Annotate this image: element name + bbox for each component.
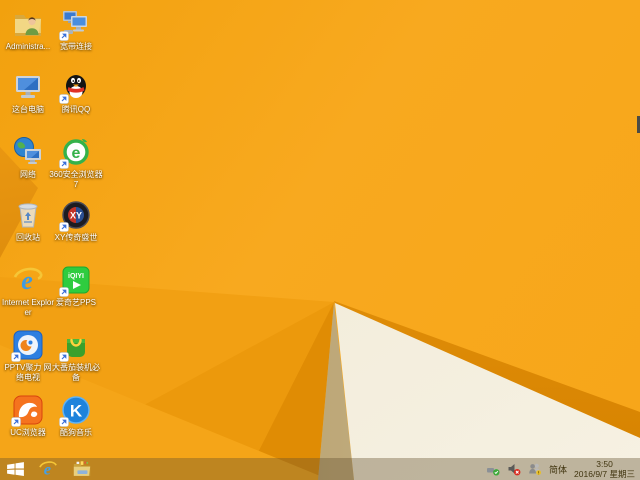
svg-text:e: e <box>72 145 81 162</box>
desktop-icon-label: 回收站 <box>16 233 40 242</box>
desktop-icon-label: 网络 <box>20 170 36 179</box>
desktop-icon-label: 腾讯QQ <box>61 105 91 114</box>
taskbar-ie-button[interactable]: e <box>31 458 65 480</box>
desktop-icon-iqiyi[interactable]: iQIYI 爱奇艺PPS <box>48 264 104 308</box>
svg-text:iQIYI: iQIYI <box>68 273 84 280</box>
svg-text:K: K <box>70 402 83 421</box>
volume-muted-icon[interactable] <box>507 462 521 476</box>
xy-game-icon: XY <box>59 199 92 232</box>
desktop-icon-xy-game[interactable]: XY XY传奇盛世 <box>48 199 104 243</box>
shortcut-arrow-icon <box>59 287 69 297</box>
desktop-icon-label: Internet Explorer <box>1 298 55 317</box>
taskbar-explorer-button[interactable] <box>65 458 99 480</box>
shortcut-arrow-icon <box>59 31 69 41</box>
clock-date: 2016/9/7 星期三 <box>574 469 635 479</box>
windows-logo-icon <box>7 462 24 476</box>
desktop-icon-label: Administra... <box>5 42 51 51</box>
desktop-icon-label: 爱奇艺PPS <box>55 298 96 307</box>
uc-browser-icon <box>11 394 44 427</box>
shortcut-arrow-icon <box>59 159 69 169</box>
desktop-icon-label: PPTV聚力 网络电视 <box>4 363 52 382</box>
network-icon <box>12 136 44 168</box>
desktop-icon-broadband[interactable]: 宽带连接 <box>48 8 104 52</box>
kugou-music-icon: K <box>59 394 92 427</box>
desktop-icon-label: XY传奇盛世 <box>54 233 98 242</box>
desktop-icon-label: UC浏览器 <box>10 428 46 437</box>
ie-icon: e <box>39 461 57 479</box>
desktop-icon-label: 宽带连接 <box>60 42 92 51</box>
administrator-folder-icon <box>12 8 44 40</box>
360-browser-icon: e <box>59 136 92 169</box>
this-pc-icon <box>12 71 44 103</box>
desktop-icon-label: 这台电脑 <box>12 105 44 114</box>
shortcut-arrow-icon <box>59 94 69 104</box>
recycle-bin-icon <box>12 199 44 231</box>
shortcut-arrow-icon <box>11 417 21 427</box>
shortcut-arrow-icon <box>59 417 69 427</box>
desktop[interactable]: Administra... 这台电脑 网络 回收站 e Internet Exp… <box>0 0 640 480</box>
system-tray: 简体 3:50 2016/9/7 星期三 <box>486 458 638 480</box>
desktop-icon-big-tomato[interactable]: 大番茄装机必备 <box>48 329 104 383</box>
iqiyi-pps-icon: iQIYI <box>59 264 92 297</box>
pptv-icon <box>11 329 44 362</box>
broadband-connection-icon <box>59 8 92 41</box>
taskbar: e 简体 3:50 2016/9/7 星期三 <box>0 458 640 480</box>
desktop-icon-qq[interactable]: 腾讯QQ <box>48 71 104 115</box>
shortcut-arrow-icon <box>11 352 21 362</box>
clock-time: 3:50 <box>596 459 613 469</box>
big-tomato-icon <box>59 329 92 362</box>
file-explorer-icon <box>73 461 91 476</box>
input-method-indicator[interactable]: 简体 <box>549 463 567 476</box>
desktop-icon-kugou[interactable]: K 酷狗音乐 <box>48 394 104 438</box>
start-button[interactable] <box>0 458 31 480</box>
tencent-qq-icon <box>59 71 92 104</box>
shortcut-arrow-icon <box>59 352 69 362</box>
internet-explorer-icon: e <box>12 264 44 296</box>
svg-text:XY: XY <box>70 211 82 221</box>
desktop-icon-label: 酷狗音乐 <box>60 428 92 437</box>
usb-safely-remove-icon[interactable] <box>486 462 500 476</box>
desktop-icon-360-browser[interactable]: e 360安全浏览器7 <box>48 136 104 190</box>
users-warning-icon[interactable] <box>528 462 542 476</box>
desktop-icon-label: 大番茄装机必备 <box>52 363 100 382</box>
taskbar-clock[interactable]: 3:50 2016/9/7 星期三 <box>574 459 638 479</box>
shortcut-arrow-icon <box>59 222 69 232</box>
desktop-icon-label: 360安全浏览器7 <box>49 170 103 189</box>
